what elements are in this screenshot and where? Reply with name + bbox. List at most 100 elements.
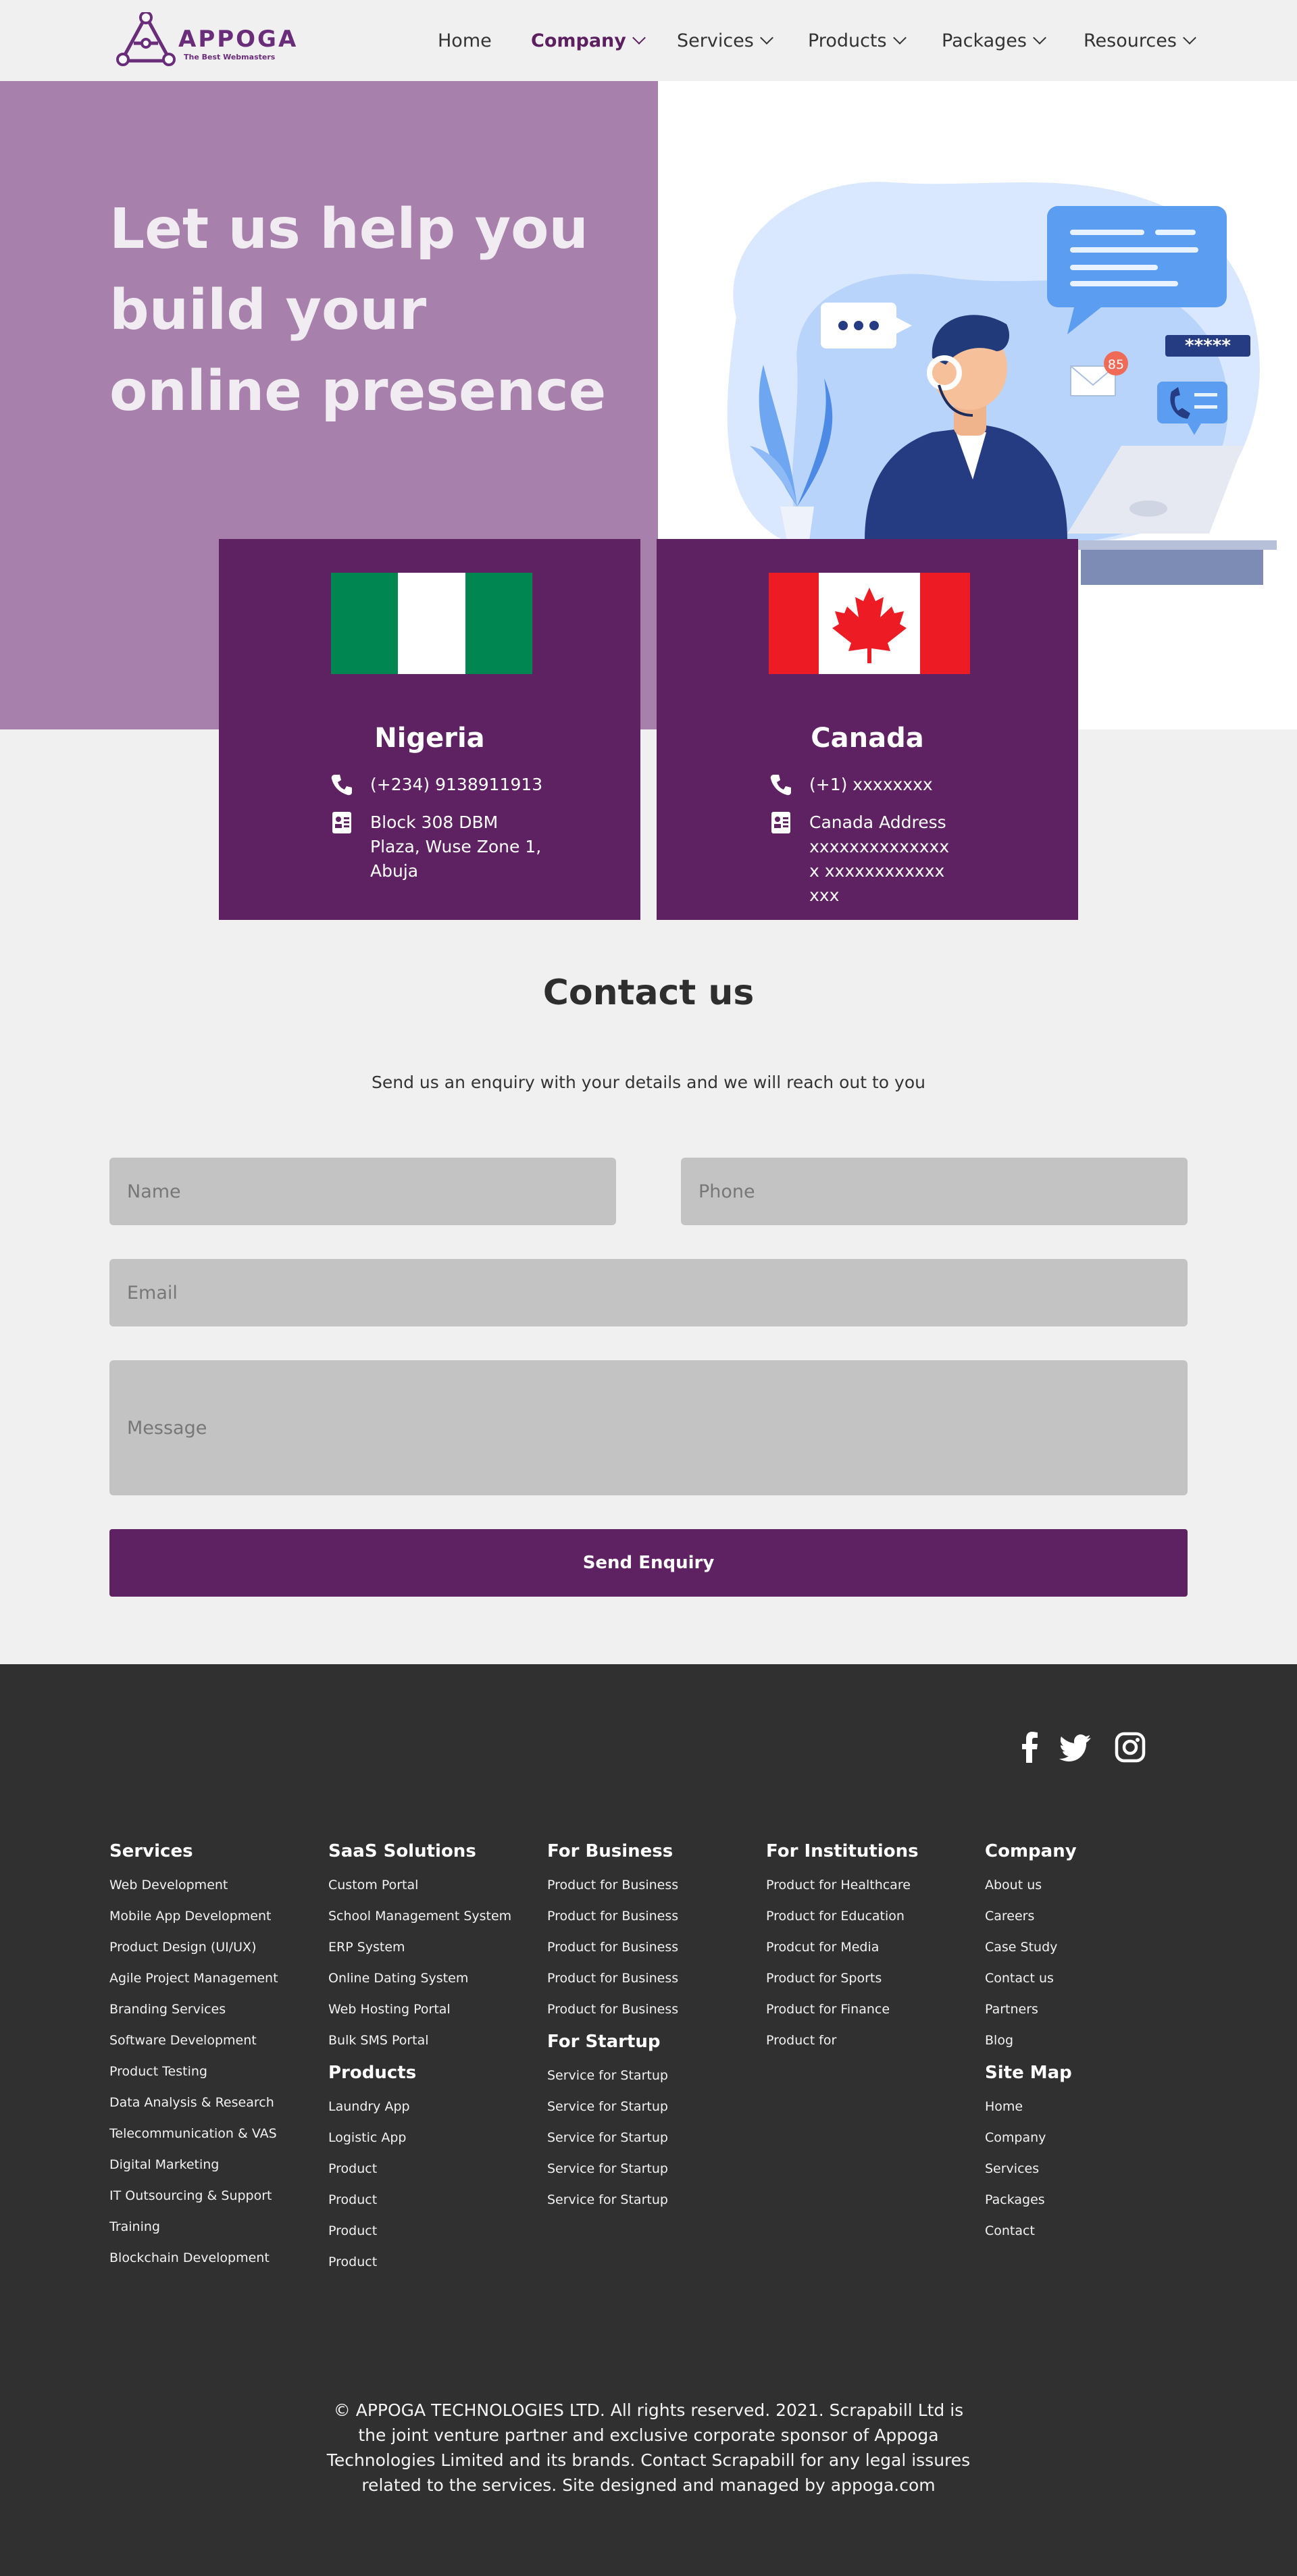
footer-link[interactable]: Contact bbox=[985, 2215, 1201, 2246]
footer-link[interactable]: Product for bbox=[766, 2025, 982, 2056]
footer-link[interactable]: Home bbox=[985, 2091, 1201, 2122]
footer-link[interactable]: Telecommunication & VAS bbox=[109, 2118, 326, 2149]
send-enquiry-button[interactable]: Send Enquiry bbox=[109, 1529, 1188, 1597]
footer-column-business: For Business Product for Business Produc… bbox=[547, 1838, 763, 2215]
footer-column-institutions: For Institutions Product for Healthcare … bbox=[766, 1838, 982, 2056]
logo-text: APPOGA bbox=[178, 26, 299, 53]
twitter-icon[interactable] bbox=[1059, 1730, 1093, 1764]
footer-link[interactable]: Agile Project Management bbox=[109, 1963, 326, 1994]
footer-link[interactable]: Product for Finance bbox=[766, 1994, 982, 2025]
address-card-icon bbox=[332, 812, 351, 833]
footer-link[interactable]: Company bbox=[985, 2122, 1201, 2153]
footer-link[interactable]: Product for Business bbox=[547, 1901, 763, 1932]
chevron-down-icon bbox=[1182, 31, 1196, 45]
footer-link[interactable]: Product bbox=[328, 2215, 544, 2246]
footer-link[interactable]: About us bbox=[985, 1870, 1201, 1901]
footer-column-title: For Institutions bbox=[766, 1841, 919, 1861]
name-placeholder: Name bbox=[127, 1181, 181, 1202]
phone-icon bbox=[331, 775, 352, 796]
facebook-icon[interactable] bbox=[1013, 1730, 1047, 1764]
footer-link[interactable]: Careers bbox=[985, 1901, 1201, 1932]
footer-link[interactable]: Contact us bbox=[985, 1963, 1201, 1994]
message-placeholder: Message bbox=[127, 1417, 207, 1439]
footer-link[interactable]: Case Study bbox=[985, 1932, 1201, 1963]
footer-link[interactable]: ERP System bbox=[328, 1932, 544, 1963]
nav-packages[interactable]: Packages bbox=[942, 27, 1046, 54]
footer-link[interactable]: Product Design (UI/UX) bbox=[109, 1932, 326, 1963]
nav-home-label: Home bbox=[438, 30, 492, 51]
footer-link[interactable]: Service for Startup bbox=[547, 2153, 763, 2184]
copyright-text: © APPOGA TECHNOLOGIES LTD. All rights re… bbox=[326, 2400, 971, 2495]
footer-link[interactable]: Product for Business bbox=[547, 1994, 763, 2025]
office-phone: (+234) 9138911913 bbox=[370, 775, 543, 794]
footer-column-services: Services Web Development Mobile App Deve… bbox=[109, 1838, 326, 2273]
chevron-down-icon bbox=[892, 31, 907, 45]
footer-column-title: SaaS Solutions bbox=[328, 1841, 476, 1861]
appoga-logo[interactable]: APPOGA The Best Webmasters bbox=[113, 11, 296, 69]
footer-link[interactable]: Training bbox=[109, 2211, 326, 2242]
footer-link[interactable]: Service for Startup bbox=[547, 2122, 763, 2153]
instagram-icon[interactable] bbox=[1113, 1730, 1147, 1764]
footer-link[interactable]: School Management System bbox=[328, 1901, 544, 1932]
footer-link[interactable]: Product bbox=[328, 2153, 544, 2184]
footer-link[interactable]: Software Development bbox=[109, 2025, 326, 2056]
footer-link[interactable]: Online Dating System bbox=[328, 1963, 544, 1994]
footer-link[interactable]: Product for Business bbox=[547, 1870, 763, 1901]
nav-products[interactable]: Products bbox=[808, 27, 907, 54]
office-address: Canada Address xxxxxxxxxxxxxxx xxxxxxxxx… bbox=[809, 813, 950, 905]
email-input[interactable]: Email bbox=[109, 1259, 1188, 1326]
nav-services[interactable]: Services bbox=[677, 27, 773, 54]
footer-link[interactable]: Blog bbox=[985, 2025, 1201, 2056]
footer-link[interactable]: Web Hosting Portal bbox=[328, 1994, 544, 2025]
footer-link[interactable]: IT Outsourcing & Support bbox=[109, 2180, 326, 2211]
footer-link[interactable]: Prodcut for Media bbox=[766, 1932, 982, 1963]
footer-column-saas: SaaS Solutions Custom Portal School Mana… bbox=[328, 1838, 544, 2277]
office-card-nigeria: Nigeria (+234) 9138911913 Block 308 DBM … bbox=[219, 539, 640, 920]
footer-link[interactable]: Data Analysis & Research bbox=[109, 2087, 326, 2118]
footer-column-title: Site Map bbox=[985, 2063, 1072, 2083]
send-enquiry-label: Send Enquiry bbox=[582, 1553, 715, 1573]
footer-link[interactable]: Product Testing bbox=[109, 2056, 326, 2087]
footer-link[interactable]: Blockchain Development bbox=[109, 2242, 326, 2273]
address-card-icon bbox=[771, 812, 790, 833]
message-textarea[interactable]: Message bbox=[109, 1360, 1188, 1495]
name-input[interactable]: Name bbox=[109, 1158, 616, 1225]
footer-link[interactable]: Bulk SMS Portal bbox=[328, 2025, 544, 2056]
footer-link[interactable]: Product bbox=[328, 2246, 544, 2277]
canada-flag-icon bbox=[769, 573, 970, 674]
footer-column-title: Products bbox=[328, 2063, 417, 2083]
footer-link[interactable]: Web Development bbox=[109, 1870, 326, 1901]
footer-link[interactable]: Product for Education bbox=[766, 1901, 982, 1932]
footer-column-title: For Business bbox=[547, 1841, 673, 1861]
footer-link[interactable]: Product for Business bbox=[547, 1932, 763, 1963]
footer-column-title: Company bbox=[985, 1841, 1077, 1861]
footer-link[interactable]: Service for Startup bbox=[547, 2091, 763, 2122]
nigeria-flag-icon bbox=[331, 573, 532, 674]
nav-packages-label: Packages bbox=[942, 30, 1027, 51]
footer-link[interactable]: Service for Startup bbox=[547, 2184, 763, 2215]
phone-placeholder: Phone bbox=[698, 1181, 755, 1202]
contact-subtitle: Send us an enquiry with your details and… bbox=[372, 1073, 925, 1092]
footer-link[interactable]: Custom Portal bbox=[328, 1870, 544, 1901]
footer-link[interactable]: Product for Business bbox=[547, 1963, 763, 1994]
footer-link[interactable]: Partners bbox=[985, 1994, 1201, 2025]
footer-link[interactable]: Product for Sports bbox=[766, 1963, 982, 1994]
footer-link[interactable]: Services bbox=[985, 2153, 1201, 2184]
footer-link[interactable]: Mobile App Development bbox=[109, 1901, 326, 1932]
footer-link[interactable]: Branding Services bbox=[109, 1994, 326, 2025]
chevron-down-icon bbox=[1033, 31, 1046, 45]
footer-link[interactable]: Packages bbox=[985, 2184, 1201, 2215]
nav-services-label: Services bbox=[677, 30, 754, 51]
nav-company[interactable]: Company bbox=[531, 27, 646, 54]
footer-link[interactable]: Service for Startup bbox=[547, 2060, 763, 2091]
footer-link[interactable]: Product bbox=[328, 2184, 544, 2215]
footer-link[interactable]: Digital Marketing bbox=[109, 2149, 326, 2180]
nav-home[interactable]: Home bbox=[438, 27, 492, 54]
footer-link[interactable]: Laundry App bbox=[328, 2091, 544, 2122]
phone-input[interactable]: Phone bbox=[681, 1158, 1188, 1225]
nav-products-label: Products bbox=[808, 30, 887, 51]
footer-link[interactable]: Product for Healthcare bbox=[766, 1870, 982, 1901]
nav-resources[interactable]: Resources bbox=[1084, 27, 1196, 54]
footer-link[interactable]: Logistic App bbox=[328, 2122, 544, 2153]
footer-column-company: Company About us Careers Case Study Cont… bbox=[985, 1838, 1201, 2246]
